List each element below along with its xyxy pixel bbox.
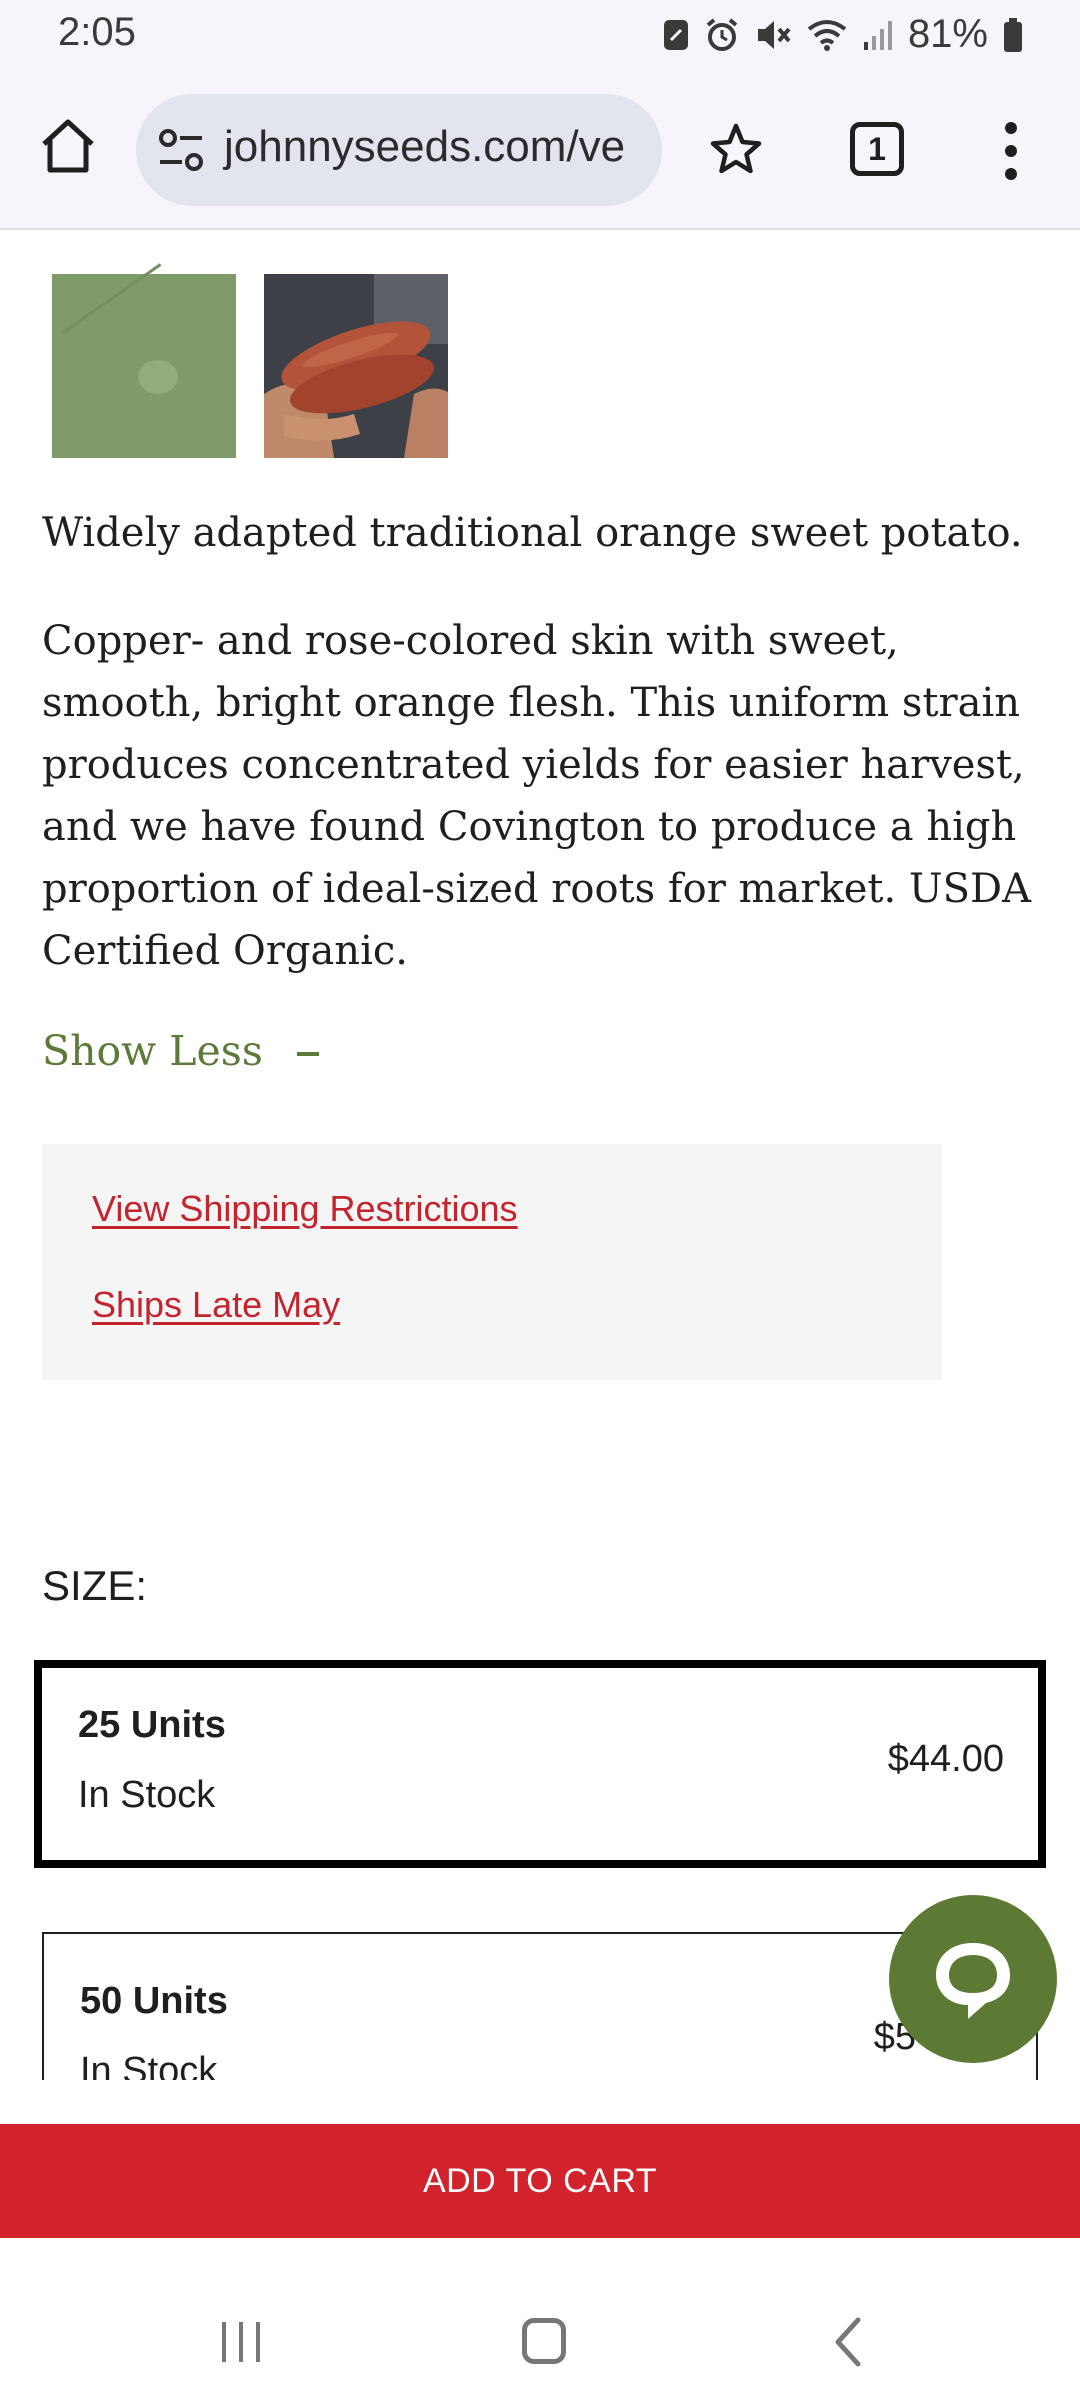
- bookmark-star-icon[interactable]: [706, 120, 766, 180]
- minus-icon[interactable]: [296, 1052, 319, 1056]
- recent-apps-icon[interactable]: [218, 2320, 264, 2364]
- battery-percent: 81%: [907, 12, 988, 56]
- tabs-icon[interactable]: 1: [850, 122, 904, 176]
- size-option-name: 25 Units: [78, 1704, 226, 1746]
- home-icon[interactable]: [38, 116, 98, 176]
- show-less-label[interactable]: Show Less: [42, 1027, 263, 1075]
- page-content: Widely adapted traditional orange sweet …: [0, 232, 1080, 2080]
- size-option-stock: In Stock: [78, 1774, 216, 1816]
- leaf-fold: [61, 263, 183, 365]
- chat-button[interactable]: [889, 1895, 1057, 2063]
- add-to-cart-button[interactable]: ADD TO CART: [0, 2124, 1080, 2238]
- site-settings-icon[interactable]: [156, 126, 206, 174]
- browser-toolbar: johnnyseeds.com/ve 1: [0, 72, 1080, 230]
- view-shipping-restrictions-link[interactable]: View Shipping Restrictions: [92, 1188, 518, 1230]
- ships-late-may-link[interactable]: Ships Late May: [92, 1284, 340, 1326]
- back-icon[interactable]: [830, 2316, 866, 2368]
- system-nav-bar: [0, 2238, 1080, 2408]
- status-icons: 81%: [662, 12, 1024, 57]
- mute-icon: [757, 20, 791, 49]
- signal-icon: [863, 20, 892, 50]
- size-option-price: $44.00: [887, 1738, 1004, 1780]
- more-menu-icon[interactable]: [996, 116, 1026, 186]
- product-long-description: Copper- and rose-colored skin with sweet…: [42, 618, 1031, 974]
- status-bar: 2:05 81%: [0, 0, 1080, 72]
- nav-home-icon[interactable]: [522, 2318, 566, 2364]
- product-thumbnail-1[interactable]: [52, 263, 236, 458]
- leaf-spot: [138, 360, 178, 394]
- url-bar[interactable]: johnnyseeds.com/ve: [136, 94, 662, 206]
- size-option-name: 50 Units: [80, 1980, 228, 2022]
- shipping-info-box: View Shipping Restrictions Ships Late Ma…: [42, 1144, 942, 1380]
- size-label: SIZE:: [42, 1562, 148, 1609]
- status-time: 2:05: [58, 10, 136, 54]
- product-short-description: Widely adapted traditional orange sweet …: [42, 510, 1023, 556]
- url-text[interactable]: johnnyseeds.com/ve: [224, 122, 625, 172]
- app-notification-icon: [663, 19, 688, 50]
- product-thumbnail-2[interactable]: [264, 274, 448, 458]
- alarm-icon: [706, 17, 738, 51]
- wifi-icon: [807, 19, 847, 51]
- battery-icon: [1004, 17, 1022, 52]
- size-option-25-units[interactable]: 25 Units In Stock $44.00: [34, 1660, 1046, 1868]
- size-option-50-units[interactable]: 50 Units In Stock $5: [42, 1932, 1038, 2080]
- size-option-stock: In Stock: [80, 2050, 218, 2080]
- sweet-potato-image: [264, 274, 448, 458]
- show-less-toggle[interactable]: Show Less: [42, 1027, 319, 1075]
- chat-icon: [936, 1943, 1010, 2019]
